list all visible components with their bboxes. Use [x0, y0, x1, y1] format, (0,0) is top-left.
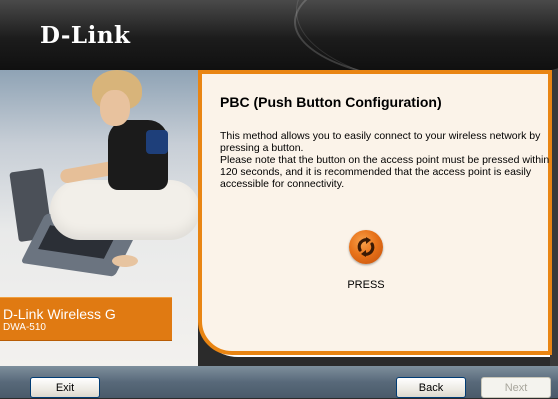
content-panel-inner: PBC (Push Button Configuration) This met… — [198, 70, 552, 355]
woman-illustration — [100, 90, 130, 126]
mug-illustration — [146, 130, 168, 154]
woman-illustration — [112, 255, 138, 267]
next-button[interactable]: Next — [481, 377, 551, 398]
description-text: This method allows you to easily connect… — [220, 130, 550, 190]
press-label: PRESS — [347, 279, 385, 291]
exit-button[interactable]: Exit — [30, 377, 100, 398]
content-panel: PBC (Push Button Configuration) This met… — [198, 70, 552, 357]
back-button[interactable]: Back — [396, 377, 466, 398]
wps-arrows-icon — [357, 237, 375, 257]
product-label: D-Link Wireless G DWA-510 — [0, 297, 172, 341]
dlink-logo: D-Link — [40, 22, 131, 49]
product-name: D-Link Wireless G — [3, 306, 116, 322]
press-button[interactable] — [349, 230, 383, 264]
page-title: PBC (Push Button Configuration) — [220, 94, 442, 110]
header-swoosh — [296, 0, 558, 70]
product-model: DWA-510 — [3, 322, 46, 333]
header-banner: D-Link — [0, 0, 558, 70]
bottom-bar: Exit Back Next — [0, 366, 558, 398]
